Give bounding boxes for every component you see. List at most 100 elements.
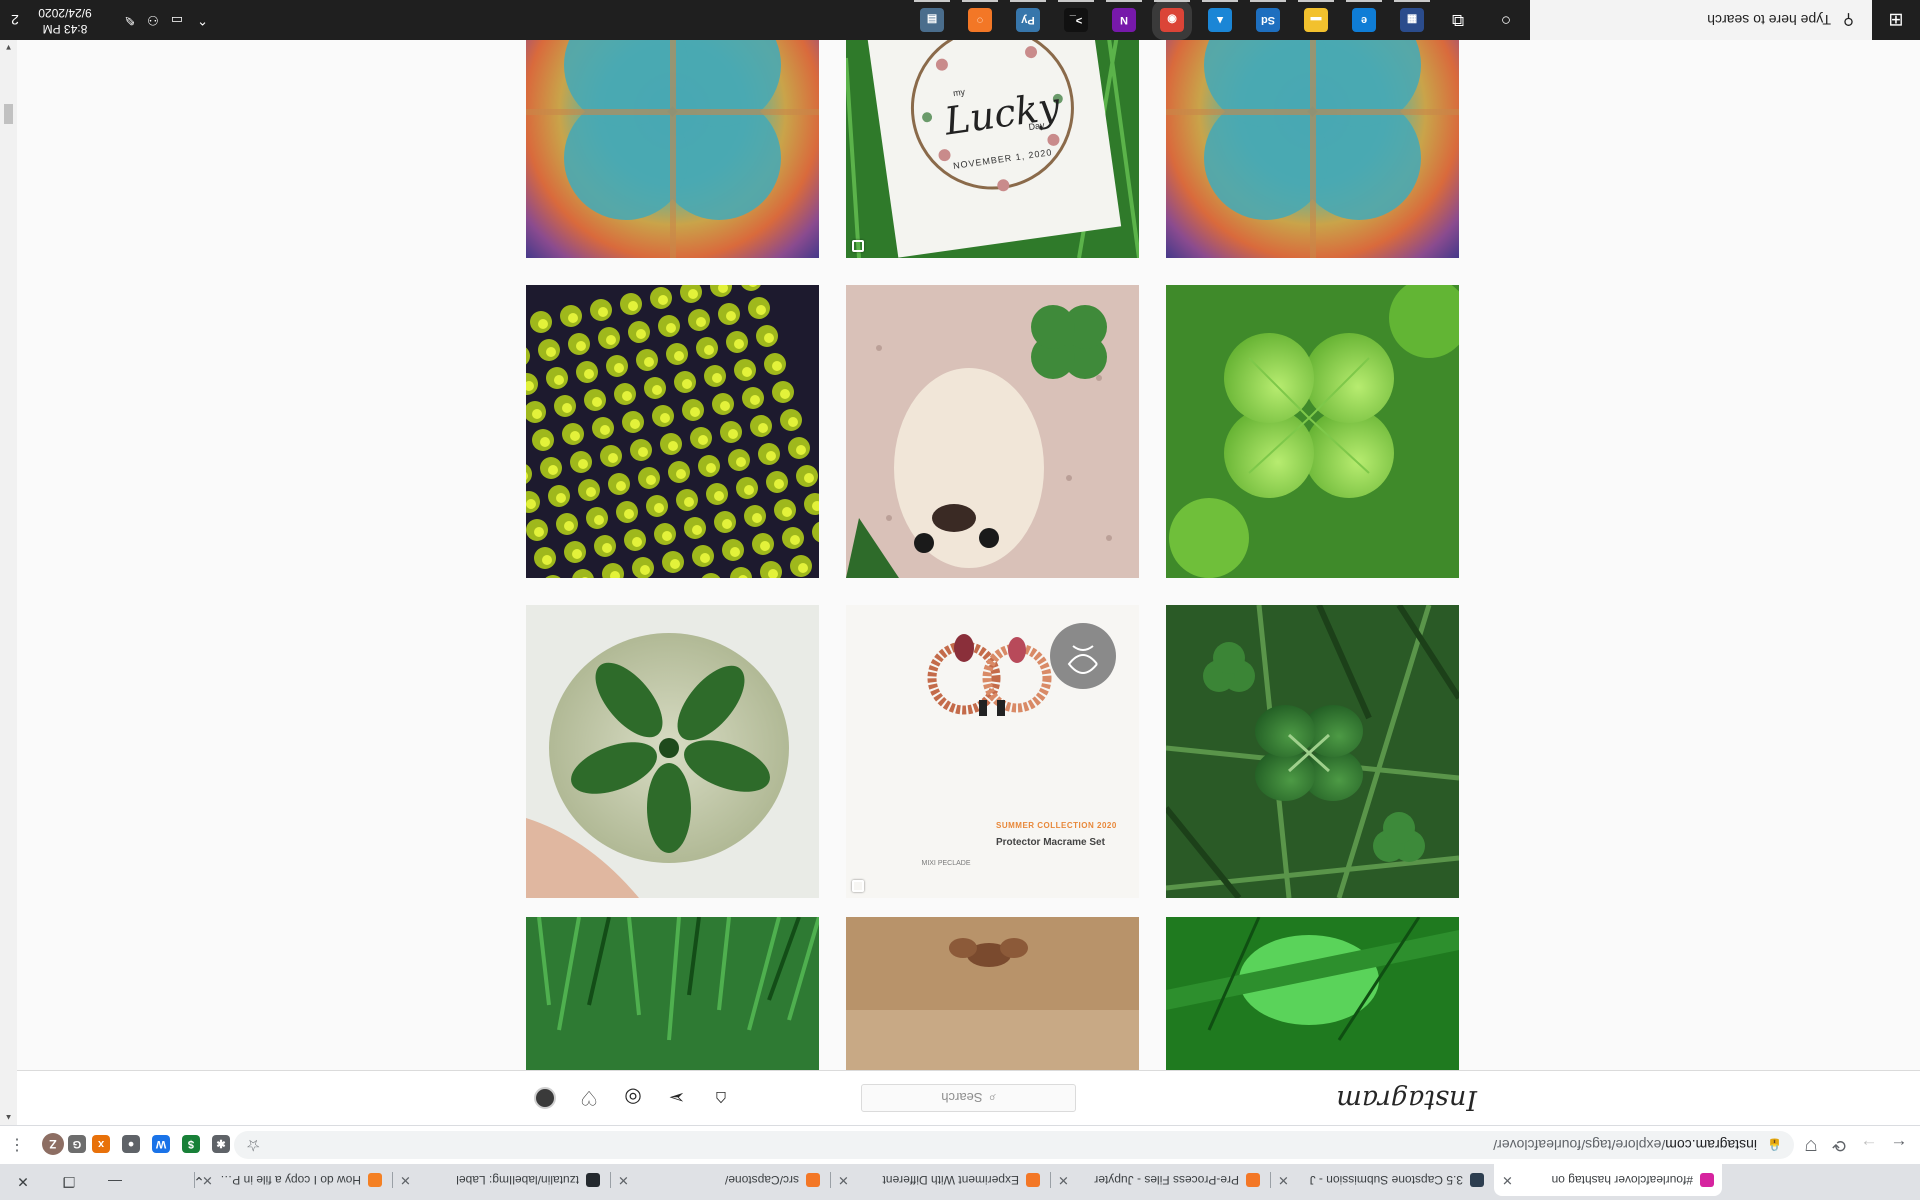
post-tile-tiedye-left[interactable] — [526, 40, 819, 258]
cortana-icon[interactable]: ○ — [1482, 0, 1530, 40]
ext-x-icon[interactable]: x — [92, 1135, 110, 1153]
profile-avatar-icon[interactable] — [532, 1085, 558, 1111]
ext-g-icon[interactable]: G — [68, 1135, 86, 1153]
tab-favicon-icon — [368, 1173, 382, 1187]
ext-puzzle-icon[interactable]: ✱ — [212, 1135, 230, 1153]
search-placeholder: Search — [941, 1090, 983, 1106]
tab-title: Experiment With Different — [882, 1173, 1020, 1187]
ext-circle-icon[interactable]: ● — [122, 1135, 140, 1153]
shield-icon[interactable]: ⛉ — [1798, 1133, 1824, 1157]
post-tile-macrame[interactable]: MIXI PECLADE Protector Macrame Set SUMME… — [846, 605, 1139, 898]
ext-s-icon[interactable]: $ — [182, 1135, 200, 1153]
post-image — [1166, 605, 1459, 898]
browser-tab[interactable]: Pre-Process Files - Jupyter ✕ — [1050, 1164, 1268, 1196]
taskbar-clock[interactable]: 8:43 PM 9/24/2020 — [32, 5, 98, 37]
forward-button[interactable]: → — [1856, 1133, 1882, 1157]
notifications-icon[interactable]: 2 — [0, 0, 30, 40]
url-host: instagram.com — [1665, 1137, 1758, 1153]
battery-icon[interactable]: ▭ — [171, 12, 183, 28]
taskbar-search-input[interactable]: ⚲ Type here to search — [1530, 0, 1872, 40]
tab-title: How do I copy a file in Pyth — [218, 1173, 361, 1187]
tab-title: #fourleafclover hashtag on — [1551, 1173, 1693, 1187]
bookmark-star-icon[interactable]: ☆ — [246, 1135, 260, 1155]
scroll-down-arrow-icon[interactable]: ▼ — [0, 40, 17, 55]
home-icon[interactable]: ⌂ — [708, 1085, 734, 1111]
page-scrollbar[interactable]: ▲ ▼ — [0, 40, 17, 1125]
browser-tab-strip: #fourleafclover hashtag on ✕ 3.5 Capstone … — [0, 1164, 1920, 1200]
search-icon: ⌕ — [988, 1091, 996, 1106]
scrollbar-thumb[interactable] — [4, 104, 13, 124]
taskbar-photoshop-icon[interactable]: Sd — [1256, 8, 1280, 32]
tab-close-icon[interactable]: ✕ — [1058, 1172, 1069, 1188]
instagram-search-input[interactable]: ⌕ Search — [861, 1084, 1076, 1112]
activity-heart-icon[interactable]: ♡ — [576, 1085, 602, 1111]
post-tile-tiedye-right[interactable] — [1166, 40, 1459, 258]
ext-w-icon[interactable]: W — [152, 1135, 170, 1153]
taskbar-explorer-icon[interactable]: ▬ — [1304, 8, 1328, 32]
taskbar-photos-icon[interactable]: ▲ — [1208, 8, 1232, 32]
taskbar-onenote-icon[interactable]: N — [1112, 8, 1136, 32]
macrame-caption: MIXI PECLADE Protector Macrame Set SUMME… — [846, 605, 1139, 898]
start-windows-icon[interactable]: ⊞ — [1872, 0, 1920, 40]
tab-favicon-icon — [1246, 1173, 1260, 1187]
tab-close-icon[interactable]: ✕ — [400, 1172, 411, 1188]
taskbar-jupyter-icon[interactable]: ◌ — [968, 8, 992, 32]
direct-message-icon[interactable]: ➢ — [664, 1085, 690, 1111]
tray-chevron-icon[interactable]: ⌃ — [197, 12, 208, 28]
task-view-icon[interactable]: ⧉ — [1434, 0, 1482, 40]
window-controls: — ❐ ✕ — [0, 1164, 138, 1200]
taskbar-store-icon[interactable]: ▦ — [1400, 8, 1424, 32]
scroll-up-arrow-icon[interactable]: ▲ — [0, 1110, 17, 1125]
close-window-button[interactable]: ✕ — [0, 1164, 46, 1200]
taskbar-edge-icon[interactable]: e — [1352, 8, 1376, 32]
post-tile-lucky-day-sign[interactable]: my Lucky Day NOVEMBER 1, 2020 — [846, 40, 1139, 258]
sign-date: NOVEMBER 1, 2020 — [952, 147, 1053, 171]
tab-favicon-icon — [1470, 1173, 1484, 1187]
minimize-button[interactable]: — — [92, 1164, 138, 1200]
address-bar[interactable]: 🔒 instagram.com/explore/tags/fourleafclo… — [234, 1131, 1794, 1159]
tab-favicon-icon — [806, 1173, 820, 1187]
url-text: instagram.com/explore/tags/fourleafclove… — [1493, 1137, 1757, 1153]
browser-tab[interactable]: How do I copy a file in Pyth ✕ — [194, 1164, 390, 1196]
taskbar-calculator-icon[interactable]: ▤ — [920, 8, 944, 32]
tab-title: tzutalin/labelImg: Label — [456, 1173, 579, 1187]
tab-title: Pre-Process Files - Jupyter — [1094, 1173, 1239, 1187]
sign-text: my Lucky Day NOVEMBER 1, 2020 — [846, 40, 1139, 258]
tab-close-icon[interactable]: ✕ — [1502, 1172, 1513, 1188]
profile-avatar[interactable]: Z — [42, 1133, 64, 1155]
reload-button[interactable]: ⟳ — [1826, 1133, 1852, 1157]
explore-icon[interactable]: ◎ — [620, 1085, 646, 1111]
tab-search-icon[interactable]: ⌄ — [186, 1170, 212, 1194]
tab-close-icon[interactable]: ✕ — [618, 1172, 629, 1188]
post-tile-dog-clover[interactable] — [846, 285, 1139, 578]
url-path: /explore/tags/fourleafclover/ — [1493, 1137, 1666, 1153]
browser-tab[interactable]: Experiment With Different ✕ — [830, 1164, 1048, 1196]
post-tile-yellow-clusters[interactable] — [526, 285, 819, 578]
post-tile-plant-cup[interactable] — [526, 605, 819, 898]
tab-close-icon[interactable]: ✕ — [1278, 1172, 1289, 1188]
browser-tab[interactable]: 3.5 Capstone Submission - J ✕ — [1270, 1164, 1492, 1196]
taskbar-python-icon[interactable]: Py — [1016, 8, 1040, 32]
browser-tab[interactable]: tzutalin/labelImg: Label ✕ — [392, 1164, 608, 1196]
post-tile-dark-clover[interactable] — [1166, 605, 1459, 898]
tab-favicon-icon — [1026, 1173, 1040, 1187]
browser-tab[interactable]: #fourleafclover hashtag on ✕ — [1494, 1164, 1722, 1196]
page-viewport: MIXI PECLADE Protector Macrame Set SUMME… — [0, 40, 1920, 1125]
pen-icon[interactable]: ✎ — [124, 12, 135, 28]
tab-close-icon[interactable]: ✕ — [838, 1172, 849, 1188]
clock-time: 8:43 PM — [42, 22, 88, 36]
post-tile-clover-leaves[interactable] — [1166, 285, 1459, 578]
taskbar-chrome-icon[interactable]: ◉ — [1152, 0, 1192, 40]
windows-taskbar: ⊞ ⚲ Type here to search ○ ⧉ ▦ e ▬ Sd ▲ ◉ N >_ Py… — [0, 0, 1920, 40]
screen: #fourleafclover hashtag on ✕ 3.5 Capstone … — [0, 0, 1920, 1200]
network-icon[interactable]: ⚇ — [147, 12, 159, 28]
browser-tab[interactable]: src/Capstone/ ✕ — [610, 1164, 828, 1196]
taskbar-terminal-icon[interactable]: >_ — [1064, 8, 1088, 32]
instagram-logo[interactable]: Instagram — [1336, 1084, 1477, 1115]
post-image — [1166, 285, 1459, 578]
restore-button[interactable]: ❐ — [46, 1164, 92, 1200]
back-button[interactable]: ← — [1886, 1133, 1912, 1157]
post-image — [526, 605, 819, 898]
browser-menu-icon[interactable]: ⋮ — [4, 1133, 30, 1157]
multi-post-icon — [852, 240, 864, 252]
